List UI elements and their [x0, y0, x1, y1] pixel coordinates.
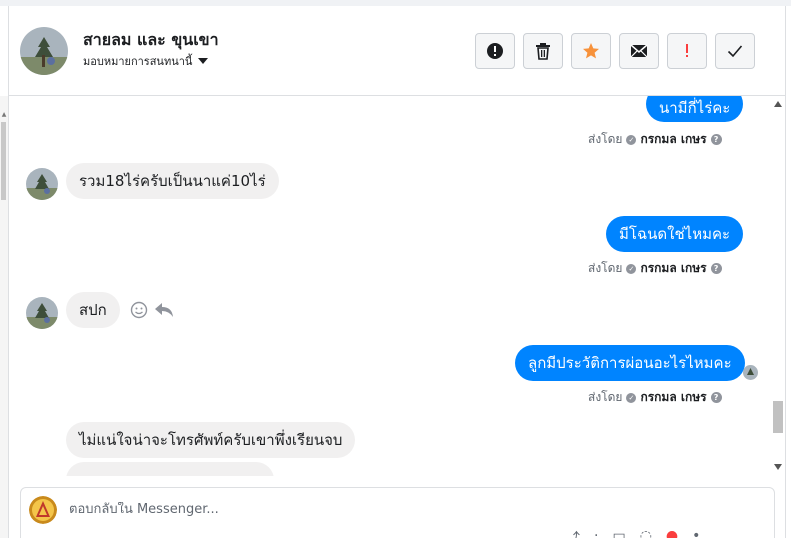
star-button[interactable] [571, 33, 611, 69]
reply-arrow-icon[interactable] [154, 302, 174, 318]
scroll-up-arrow-icon[interactable] [774, 101, 782, 107]
message-text: สปก [79, 301, 107, 319]
delete-button[interactable] [523, 33, 563, 69]
header-actions [475, 33, 755, 69]
outer-scroll-thumb[interactable] [1, 122, 6, 200]
verified-check-icon: ✓ [626, 134, 637, 145]
message-text: ลูกมีประวัติการผ่อนอะไรไหมคะ [528, 354, 732, 372]
message-bubble-incoming-partial[interactable] [66, 462, 274, 476]
composer-toolbar: ⤴ · ▭ ◌ ● • [566, 528, 700, 538]
sent-by-label: ส่งโดย [588, 390, 623, 404]
outer-scroll-up-icon[interactable]: ▲ [0, 112, 8, 118]
scroll-down-arrow-icon[interactable] [774, 464, 782, 470]
message-bubble-incoming[interactable]: รวม18ไร่ครับเป็นนาแค่10ไร่ [66, 163, 279, 199]
sender-name[interactable]: กรกมล เกษร [640, 130, 706, 149]
conversation-header: สายลม และ ขุนเขา มอบหมายการสนทนานี้ [9, 6, 785, 96]
contact-avatar-small[interactable] [26, 297, 58, 329]
envelope-icon [630, 44, 648, 58]
verified-check-icon: ✓ [626, 263, 637, 274]
message-bubble-incoming[interactable]: สปก [66, 292, 120, 328]
message-thread[interactable]: นามีกี่ไร่คะ ส่งโดย ✓ กรกมล เกษร ? รวม18… [9, 96, 785, 476]
page-avatar [29, 496, 57, 524]
read-receipt-image [743, 365, 758, 380]
outer-scrollbar[interactable]: ▲ [0, 96, 8, 538]
contact-name: สายลม และ ขุนเขา [83, 30, 219, 49]
thread-scrollbar[interactable] [771, 96, 785, 476]
message-text: นามีกี่ไร่คะ [659, 99, 731, 117]
sent-by-info: ส่งโดย ✓ กรกมล เกษร ? [588, 259, 722, 278]
sender-name[interactable]: กรกมล เกษร [640, 259, 706, 278]
sent-by-info: ส่งโดย ✓ กรกมล เกษร ? [588, 130, 722, 149]
message-bubble-incoming[interactable]: ไม่แน่ใจน่าจะโทรศัพท์ครับเขาพึ่งเรียนจบ [66, 422, 356, 458]
message-tools [130, 301, 174, 319]
page-logo-image [29, 496, 57, 524]
assign-conversation-dropdown[interactable]: มอบหมายการสนทนานี้ [83, 52, 209, 70]
like-icon[interactable]: ● [666, 528, 678, 538]
contact-avatar-image [26, 297, 58, 329]
mark-done-button[interactable] [715, 33, 755, 69]
red-exclamation-icon [686, 44, 688, 57]
trash-icon [536, 43, 550, 60]
mark-unread-button[interactable] [619, 33, 659, 69]
sticker-icon[interactable]: · [594, 528, 598, 538]
follow-up-button[interactable] [667, 33, 707, 69]
reply-input[interactable] [69, 502, 549, 517]
help-icon[interactable]: ? [710, 392, 722, 403]
sent-by-label: ส่งโดย [588, 132, 623, 146]
contact-avatar-image [26, 168, 58, 200]
read-receipt-avatar [743, 365, 758, 380]
contact-avatar-image [20, 27, 68, 75]
sender-name[interactable]: กรกมล เกษร [640, 388, 706, 407]
frame-border-right [785, 6, 786, 538]
assign-conversation-label: มอบหมายการสนทนานี้ [83, 55, 193, 68]
contact-avatar[interactable] [20, 27, 68, 75]
message-bubble-outgoing[interactable]: นามีกี่ไร่คะ [646, 96, 744, 122]
smiley-icon[interactable] [130, 301, 148, 319]
reply-composer: ⤴ · ▭ ◌ ● • [20, 487, 775, 538]
message-bubble-outgoing[interactable]: ลูกมีประวัติการผ่อนอะไรไหมคะ [515, 345, 745, 381]
exclamation-circle-icon [487, 43, 503, 59]
help-icon[interactable]: ? [710, 263, 722, 274]
message-text: รวม18ไร่ครับเป็นนาแค่10ไร่ [79, 172, 266, 190]
caret-down-icon [198, 58, 209, 64]
verified-check-icon: ✓ [626, 392, 637, 403]
star-icon [583, 43, 599, 59]
message-text: มีโฉนดใช่ไหมคะ [619, 225, 731, 243]
message-bubble-outgoing[interactable]: มีโฉนดใช่ไหมคะ [606, 216, 744, 252]
sent-by-info: ส่งโดย ✓ กรกมล เกษร ? [588, 388, 722, 407]
sent-by-label: ส่งโดย [588, 261, 623, 275]
attach-icon[interactable]: ⤴ [566, 528, 580, 538]
file-icon[interactable]: ▭ [612, 528, 625, 538]
contact-avatar-small[interactable] [26, 168, 58, 200]
report-spam-button[interactable] [475, 33, 515, 69]
more-icon[interactable]: • [692, 528, 700, 538]
checkmark-icon [727, 45, 743, 58]
emoji-icon[interactable]: ◌ [640, 528, 652, 538]
message-text: ไม่แน่ใจน่าจะโทรศัพท์ครับเขาพึ่งเรียนจบ [79, 431, 343, 449]
scroll-thumb[interactable] [773, 401, 783, 433]
help-icon[interactable]: ? [710, 134, 722, 145]
